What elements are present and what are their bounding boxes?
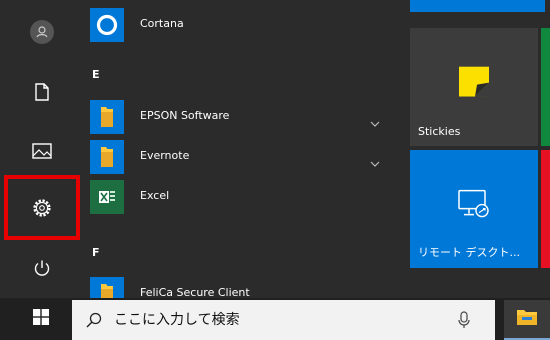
file-explorer-icon: [516, 308, 538, 330]
app-item-epson-software[interactable]: EPSON Software: [88, 99, 400, 135]
remote-desktop-icon: [457, 189, 491, 223]
tile-partial-green[interactable]: [541, 28, 550, 146]
cortana-icon: [90, 8, 124, 42]
excel-icon: [90, 180, 124, 214]
tile-label: Stickies: [418, 125, 461, 138]
group-header-f[interactable]: F: [92, 246, 100, 259]
search-input[interactable]: [114, 308, 454, 332]
folder-icon: [90, 140, 124, 174]
taskbar-search-box[interactable]: [72, 300, 495, 340]
chevron-down-icon: [370, 290, 380, 304]
group-header-e[interactable]: E: [92, 68, 100, 81]
power-button[interactable]: [0, 248, 84, 288]
power-icon: [33, 259, 51, 277]
app-item-excel[interactable]: Excel: [88, 179, 400, 215]
folder-icon: [90, 100, 124, 134]
settings-button[interactable]: [0, 188, 84, 228]
app-item-label: Excel: [140, 189, 170, 202]
app-item-label: Cortana: [140, 17, 184, 30]
pictures-button[interactable]: [0, 131, 84, 171]
tile-remote-desktop[interactable]: リモート デスクト...: [410, 150, 538, 268]
start-button[interactable]: [18, 298, 64, 340]
search-icon: [86, 312, 102, 332]
taskbar: [0, 298, 550, 340]
settings-gear-icon: [32, 198, 52, 218]
tile-stickies[interactable]: Stickies: [410, 28, 538, 146]
tile-partial-red[interactable]: [541, 150, 550, 268]
windows-logo-icon: [33, 309, 49, 329]
file-explorer-button[interactable]: [504, 300, 550, 340]
chevron-down-icon: [370, 153, 380, 167]
app-item-label: Evernote: [140, 149, 190, 162]
stickies-icon: [459, 66, 489, 101]
pictures-icon: [32, 143, 52, 159]
app-item-cortana[interactable]: Cortana: [88, 7, 400, 43]
app-item-label: EPSON Software: [140, 109, 230, 122]
user-account-button[interactable]: [0, 12, 84, 52]
app-item-evernote[interactable]: Evernote: [88, 139, 400, 175]
chevron-down-icon: [370, 113, 380, 127]
start-menu-screen: Cortana E EPSON Software Evernote Excel …: [0, 0, 550, 340]
tile-label: リモート デスクト...: [418, 246, 520, 259]
documents-button[interactable]: [0, 72, 84, 112]
user-avatar-icon: [30, 20, 54, 44]
document-icon: [34, 83, 50, 101]
microphone-icon[interactable]: [458, 311, 470, 333]
tile-partial-top[interactable]: [410, 0, 545, 12]
